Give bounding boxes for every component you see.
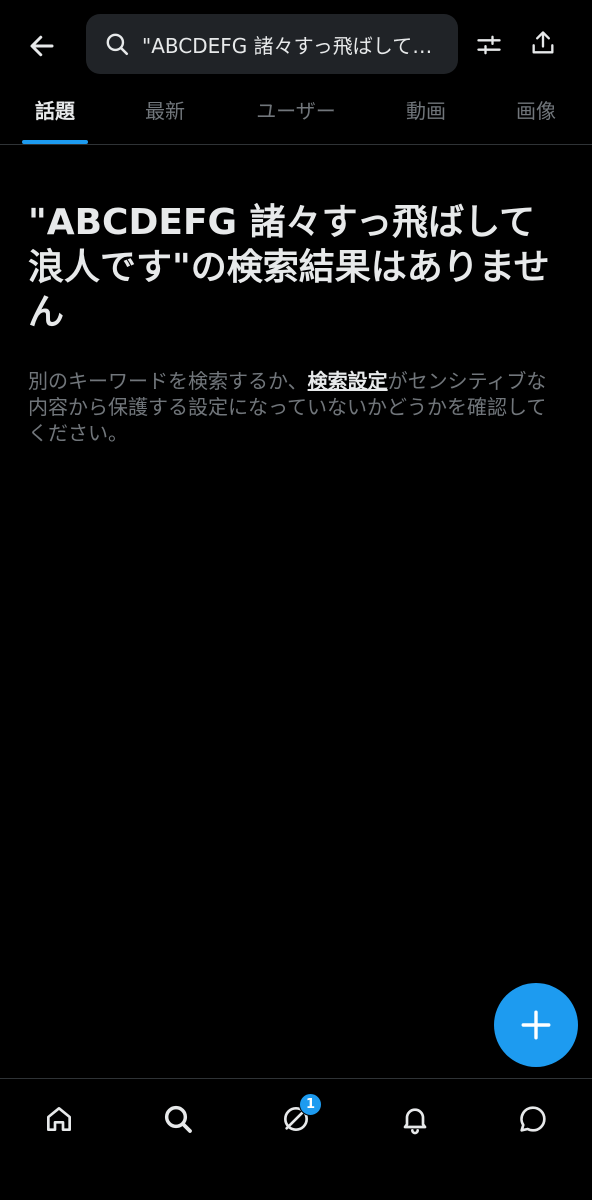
empty-state-description: 別のキーワードを検索するか、検索設定がセンシティブな内容から保護する設定になって… [28,368,563,446]
search-settings-link[interactable]: 検索設定 [308,369,388,393]
tab-images[interactable]: 画像 [495,90,577,144]
tab-top[interactable]: 話題 [14,90,96,144]
tab-people[interactable]: ユーザー [236,90,356,144]
bell-icon [403,1108,427,1135]
bottom-navigation: 1 [0,1078,592,1200]
nav-notifications[interactable] [393,1097,437,1141]
nav-spaces[interactable]: 1 [274,1093,322,1141]
nav-home[interactable] [37,1097,81,1141]
back-button[interactable] [20,24,64,68]
plus-icon [521,1010,551,1040]
empty-state-title: "ABCDEFG 諸々すっ飛ばして浪人です"の検索結果はありません [28,202,550,333]
share-icon [532,31,554,54]
compose-button[interactable] [494,983,578,1067]
arrow-left-icon [30,35,54,57]
search-input[interactable]: "ABCDEFG 諸々すっ飛ばして浪人です" [86,14,458,74]
active-tab-indicator [22,140,88,144]
share-button[interactable] [522,22,564,64]
search-query-text: "ABCDEFG 諸々すっ飛ばして浪人です" [142,33,444,58]
tab-videos[interactable]: 動画 [385,90,467,144]
search-icon [106,33,129,56]
messages-icon [520,1106,546,1132]
tab-latest[interactable]: 最新 [124,90,206,144]
top-bar: "ABCDEFG 諸々すっ飛ばして浪人です" [0,0,592,90]
search-icon [164,1105,192,1133]
search-tabs: 話題 最新 ユーザー 動画 画像 [0,90,592,145]
empty-state-desc-before: 別のキーワードを検索するか、 [28,369,308,393]
sliders-icon [477,35,501,55]
search-filter-button[interactable] [468,24,510,66]
home-icon [47,1107,71,1131]
notification-badge: 1 [299,1093,322,1116]
nav-messages[interactable] [511,1097,555,1141]
nav-search[interactable] [156,1097,200,1141]
